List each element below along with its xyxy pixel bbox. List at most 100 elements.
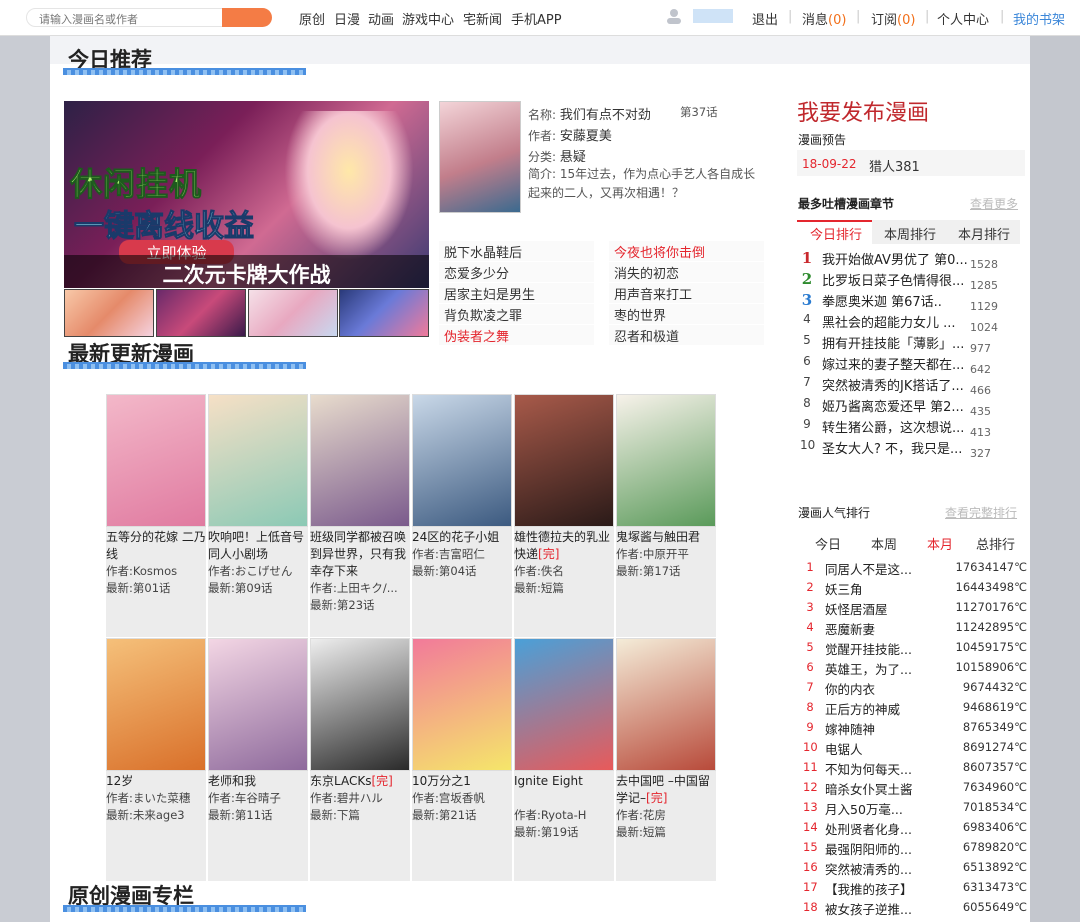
preview-name[interactable]: 猎人381 xyxy=(869,156,920,175)
nav-otaku-news[interactable]: 宅新闻 xyxy=(463,9,502,28)
featured-link[interactable]: 背负欺凌之罪 xyxy=(439,304,594,324)
featured-cover[interactable] xyxy=(439,101,521,213)
popular-rank-row[interactable]: 9 嫁神随神 8765349℃ xyxy=(803,719,1028,739)
popular-rank-row[interactable]: 7 你的内衣 9674432℃ xyxy=(803,679,1028,699)
search-button[interactable] xyxy=(222,8,272,27)
manga-title[interactable]: 10万分之1 xyxy=(412,773,512,790)
tab-pop-month[interactable]: 本月 xyxy=(927,534,953,553)
featured-link[interactable]: 忍者和极道 xyxy=(609,325,764,345)
popular-rank-row[interactable]: 8 正后方的神威 9468619℃ xyxy=(803,699,1028,719)
manga-latest-chapter[interactable]: 最新:短篇 xyxy=(616,824,716,840)
manga-cover[interactable] xyxy=(106,394,206,527)
manga-title[interactable]: 英雄王，为了... xyxy=(825,659,940,678)
chapter-rank-row[interactable]: 2 比罗坂日菜子色情得很... 1285 xyxy=(800,270,1020,292)
popular-rank-row[interactable]: 17 【我推的孩子】 6313473℃ xyxy=(803,879,1028,899)
manga-title[interactable]: 老师和我 xyxy=(208,773,308,790)
manga-title[interactable]: 处刑贤者化身... xyxy=(825,819,940,838)
popular-rank-row[interactable]: 16 突然被清秀的... 6513892℃ xyxy=(803,859,1028,879)
manga-title[interactable]: 去中国吧 –中国留学记–[完] xyxy=(616,773,716,807)
chapter-more-link[interactable]: 查看更多 xyxy=(970,195,1018,212)
manga-cover[interactable] xyxy=(514,638,614,771)
popular-more-link[interactable]: 查看完整排行 xyxy=(945,504,1017,521)
chapter-title[interactable]: 比罗坂日菜子色情得很... xyxy=(822,270,972,289)
nav-game-center[interactable]: 游戏中心 xyxy=(402,9,454,28)
manga-title[interactable]: 月入50万毫... xyxy=(825,799,940,818)
chapter-title[interactable]: 拥有开挂技能「薄影」... xyxy=(822,333,972,352)
chapter-rank-row[interactable]: 1 我开始做AV男优了 第0... 1528 xyxy=(800,249,1020,271)
nav-anime[interactable]: 动画 xyxy=(368,9,394,28)
featured-link[interactable]: 居家主妇是男生 xyxy=(439,283,594,303)
popular-rank-row[interactable]: 12 暗杀女仆冥土酱 7634960℃ xyxy=(803,779,1028,799)
popular-rank-row[interactable]: 13 月入50万毫... 7018534℃ xyxy=(803,799,1028,819)
username[interactable] xyxy=(693,9,733,23)
chapter-title[interactable]: 转生猪公爵，这次想说... xyxy=(822,417,972,436)
tab-today[interactable]: 今日排行 xyxy=(810,224,862,243)
manga-latest-chapter[interactable]: 最新:第21话 xyxy=(412,807,512,823)
manga-latest-chapter[interactable]: 最新:第09话 xyxy=(208,580,308,596)
manga-title[interactable]: 12岁 xyxy=(106,773,206,790)
popular-rank-row[interactable]: 14 处刑贤者化身... 6983406℃ xyxy=(803,819,1028,839)
chapter-rank-row[interactable]: 8 姬乃酱离恋爱还早 第2... 435 xyxy=(800,396,1020,418)
manga-cover[interactable] xyxy=(310,638,410,771)
manga-title[interactable]: 觉醒开挂技能... xyxy=(825,639,940,658)
popular-rank-row[interactable]: 5 觉醒开挂技能... 10459175℃ xyxy=(803,639,1028,659)
manga-cover[interactable] xyxy=(310,394,410,527)
manga-title[interactable]: 同居人不是这... xyxy=(825,559,940,578)
manga-title[interactable]: 24区的花子小姐 xyxy=(412,529,512,546)
manga-cover[interactable] xyxy=(412,638,512,771)
manga-cover[interactable] xyxy=(616,638,716,771)
popular-rank-row[interactable]: 11 不知为何每天... 8607357℃ xyxy=(803,759,1028,779)
tab-pop-week[interactable]: 本周 xyxy=(871,534,897,553)
manga-latest-chapter[interactable]: 最新:第23话 xyxy=(310,597,410,613)
nav-japanese[interactable]: 日漫 xyxy=(334,9,360,28)
chapter-rank-row[interactable]: 4 黑社会的超能力女儿 ... 1024 xyxy=(800,312,1020,334)
manga-title[interactable]: 妖三角 xyxy=(825,579,940,598)
chapter-title[interactable]: 突然被清秀的JK搭话了... xyxy=(822,375,972,394)
chapter-rank-row[interactable]: 5 拥有开挂技能「薄影」... 977 xyxy=(800,333,1020,355)
my-bookshelf-link[interactable]: 我的书架 xyxy=(1013,9,1065,28)
banner-thumb-4[interactable] xyxy=(339,289,429,337)
manga-latest-chapter[interactable]: 最新:第17话 xyxy=(616,563,716,579)
featured-link[interactable]: 用声音来打工 xyxy=(609,283,764,303)
chapter-rank-row[interactable]: 7 突然被清秀的JK搭话了... 466 xyxy=(800,375,1020,397)
manga-title[interactable]: 恶魔新妻 xyxy=(825,619,940,638)
manga-title[interactable]: 你的内衣 xyxy=(825,679,940,698)
manga-cover[interactable] xyxy=(208,638,308,771)
subscribe-link[interactable]: 订阅(0) xyxy=(871,9,915,28)
manga-latest-chapter[interactable]: 最新:短篇 xyxy=(514,580,614,596)
featured-chapter[interactable]: 第37话 xyxy=(680,104,718,120)
featured-link[interactable]: 枣的世界 xyxy=(609,304,764,324)
chapter-title[interactable]: 圣女大人? 不，我只是... xyxy=(822,438,972,457)
featured-link[interactable]: 伪装者之舞 xyxy=(439,325,594,345)
popular-rank-row[interactable]: 10 电锯人 8691274℃ xyxy=(803,739,1028,759)
chapter-title[interactable]: 嫁过来的妻子整天都在... xyxy=(822,354,972,373)
popular-rank-row[interactable]: 4 恶魔新妻 11242895℃ xyxy=(803,619,1028,639)
popular-rank-row[interactable]: 2 妖三角 16443498℃ xyxy=(803,579,1028,599)
messages-link[interactable]: 消息(0) xyxy=(802,9,846,28)
manga-title[interactable]: 吹响吧！上低音号 同人小剧场 xyxy=(208,529,308,563)
tab-pop-today[interactable]: 今日 xyxy=(815,534,841,553)
nav-mobile-app[interactable]: 手机APP xyxy=(511,9,562,28)
chapter-rank-row[interactable]: 6 嫁过来的妻子整天都在... 642 xyxy=(800,354,1020,376)
popular-rank-row[interactable]: 6 英雄王，为了... 10158906℃ xyxy=(803,659,1028,679)
manga-latest-chapter[interactable]: 最新:第01话 xyxy=(106,580,206,596)
featured-name[interactable]: 我们有点不对劲 xyxy=(560,108,651,123)
manga-latest-chapter[interactable]: 最新:第04话 xyxy=(412,563,512,579)
tab-month[interactable]: 本月排行 xyxy=(958,224,1010,243)
manga-title[interactable]: 被女孩子逆推... xyxy=(825,899,940,918)
manga-title[interactable]: Ignite Eight xyxy=(514,773,614,790)
popular-rank-row[interactable]: 18 被女孩子逆推... 6055649℃ xyxy=(803,899,1028,919)
featured-link[interactable]: 消失的初恋 xyxy=(609,262,764,282)
chapter-rank-row[interactable]: 10 圣女大人? 不，我只是... 327 xyxy=(800,438,1020,460)
search-input[interactable]: 请输入漫画名或作者 xyxy=(26,8,224,27)
publish-manga-link[interactable]: 我要发布漫画 xyxy=(797,95,929,127)
popular-rank-row[interactable]: 15 最强阴阳师的... 6789820℃ xyxy=(803,839,1028,859)
featured-link[interactable]: 脱下水晶鞋后 xyxy=(439,241,594,261)
manga-title[interactable]: 妖怪居酒屋 xyxy=(825,599,940,618)
manga-cover[interactable] xyxy=(208,394,308,527)
manga-cover[interactable] xyxy=(106,638,206,771)
manga-title[interactable]: 突然被清秀的... xyxy=(825,859,940,878)
nav-original[interactable]: 原创 xyxy=(299,9,325,28)
manga-title[interactable]: 嫁神随神 xyxy=(825,719,940,738)
manga-title[interactable]: 鬼塚酱与触田君 xyxy=(616,529,716,546)
